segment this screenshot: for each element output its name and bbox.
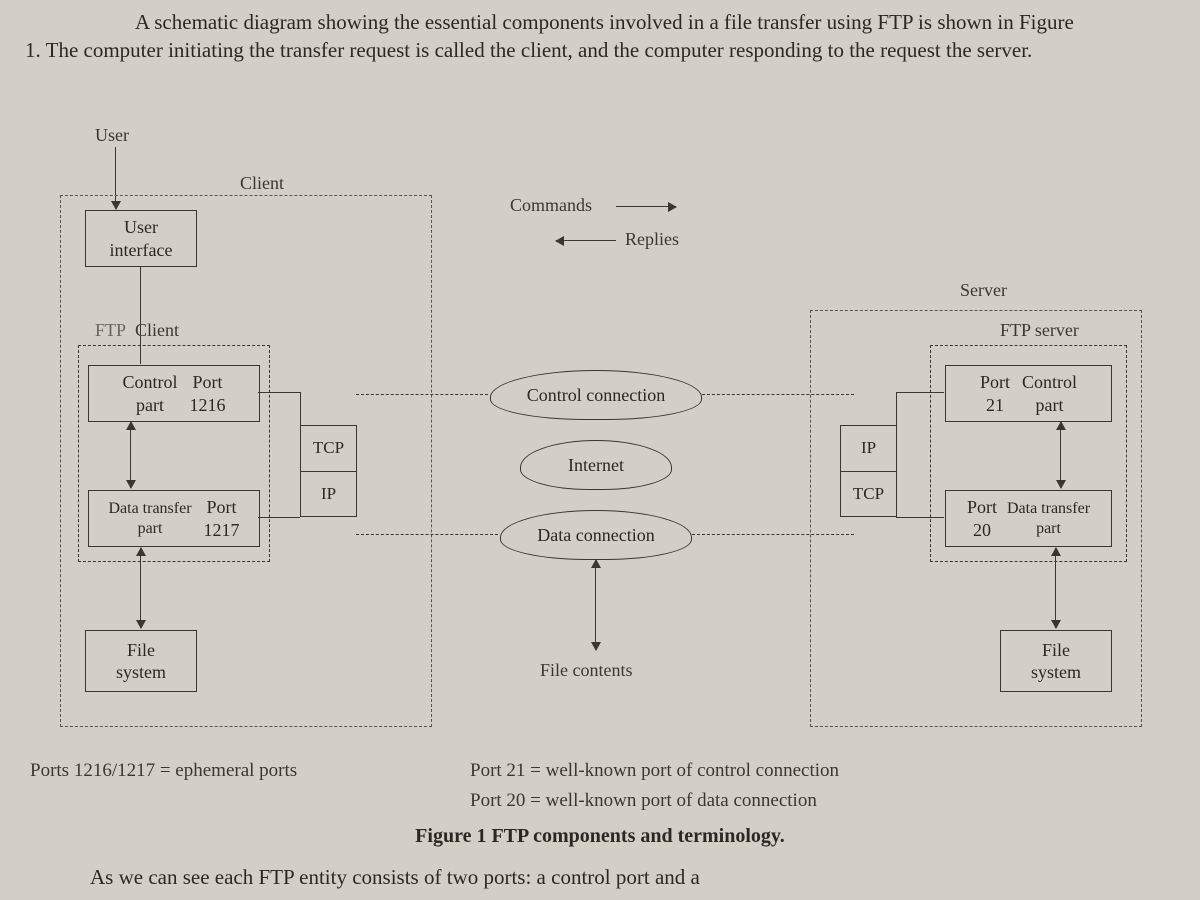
commands-arrow xyxy=(616,206,676,207)
replies-arrow xyxy=(556,240,616,241)
client-tcpip-stack: TCP IP xyxy=(300,425,357,517)
replies-label: Replies xyxy=(625,229,679,250)
client-parts-link xyxy=(130,422,131,488)
figure-caption: Figure 1 FTP components and terminology. xyxy=(50,825,1150,848)
client-file-system: File system xyxy=(85,630,197,692)
data-connection-cloud: Data connection xyxy=(500,510,692,560)
server-control-part: Port21Controlpart Port 21 xyxy=(945,365,1112,422)
trailing-text: As we can see each FTP entity consists o… xyxy=(90,865,1150,890)
client-to-data-cloud xyxy=(356,534,498,535)
server-data-part: Port20Data transferpart Port 20 xyxy=(945,490,1112,547)
server-stack-to-control-v xyxy=(896,392,897,425)
server-stack-to-data xyxy=(896,517,944,518)
server-stack-to-control xyxy=(896,392,944,393)
client-data-to-stack xyxy=(258,517,300,518)
legend-right-2: Port 20 = well-known port of data connec… xyxy=(470,790,817,812)
client-data-part: Data transfer part Data transferpartPort… xyxy=(88,490,260,547)
server-file-system: File system xyxy=(1000,630,1112,692)
user-interface-box: User interface xyxy=(85,210,197,267)
user-label: User xyxy=(95,125,129,146)
file-contents-label: File contents xyxy=(540,660,633,681)
client-control-part: Control part ControlpartPort1216 xyxy=(88,365,260,422)
ui-to-control-line xyxy=(140,266,141,364)
client-control-to-stack xyxy=(258,392,300,393)
ftp-server-label: FTP server xyxy=(1000,320,1079,341)
internet-cloud: Internet xyxy=(520,440,672,490)
server-data-to-fs xyxy=(1055,548,1056,628)
legend-left: Ports 1216/1217 = ephemeral ports xyxy=(30,760,297,782)
client-to-control-cloud xyxy=(356,394,488,395)
control-connection-cloud: Control connection xyxy=(490,370,702,420)
commands-label: Commands xyxy=(510,195,592,216)
legend-right-1: Port 21 = well-known port of control con… xyxy=(470,760,839,782)
intro-paragraph: A schematic diagram showing the essentia… xyxy=(25,8,1085,65)
server-stack-to-data-v xyxy=(896,515,897,517)
server-tcpip-stack: IP TCP xyxy=(840,425,897,517)
server-parts-link xyxy=(1060,422,1061,488)
client-control-to-stack-v xyxy=(300,392,301,425)
data-to-filecontents xyxy=(595,560,596,650)
server-label: Server xyxy=(960,280,1007,301)
client-data-to-stack-v xyxy=(300,515,301,517)
client-label: Client xyxy=(240,173,284,194)
ftp-client-label: FTP FTP ClientClient xyxy=(95,320,179,341)
client-data-to-fs xyxy=(140,548,141,628)
